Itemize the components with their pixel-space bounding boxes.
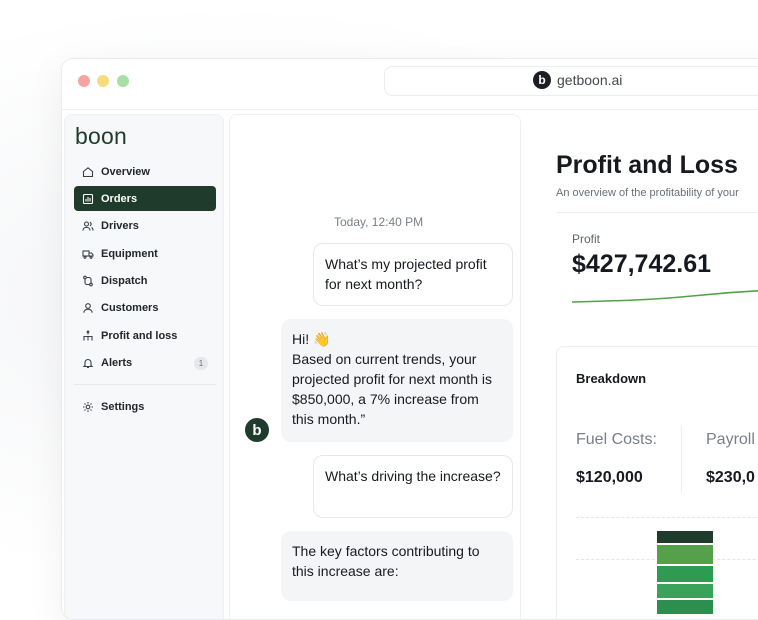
sidebar-item-label: Profit and loss xyxy=(101,329,178,342)
sidebar-item-overview[interactable]: Overview xyxy=(74,159,216,184)
bot-message: Hi! 👋 Based on current trends, your proj… xyxy=(281,319,513,442)
sidebar-item-equipment[interactable]: Equipment xyxy=(74,241,216,266)
bar-segment xyxy=(657,531,713,543)
profit-label: Profit xyxy=(572,232,601,246)
profit-sparkline xyxy=(572,289,758,303)
metric-divider xyxy=(681,425,682,493)
page-title: Profit and Loss xyxy=(556,151,738,179)
sidebar-divider xyxy=(74,383,216,385)
bell-icon xyxy=(82,357,94,369)
sidebar-item-label: Alerts xyxy=(101,357,133,370)
metric-label: Fuel Costs: xyxy=(576,431,657,448)
payroll-metric: Payroll $230,0 xyxy=(706,431,755,487)
bot-message: The key factors contributing to this inc… xyxy=(281,531,513,601)
sidebar-item-label: Settings xyxy=(101,401,145,414)
address-bar[interactable]: b getboon.ai xyxy=(384,66,758,96)
metric-value: $120,000 xyxy=(576,469,643,486)
maximize-window-button[interactable] xyxy=(117,75,129,87)
sidebar-item-label: Dispatch xyxy=(101,275,148,288)
sidebar-item-label: Equipment xyxy=(101,247,158,260)
address-url: getboon.ai xyxy=(557,72,623,88)
route-icon xyxy=(82,275,94,287)
chat-timestamp: Today, 12:40 PM xyxy=(334,215,424,229)
home-icon xyxy=(82,166,94,178)
network-icon xyxy=(82,330,94,342)
browser-titlebar: b getboon.ai xyxy=(62,59,758,110)
close-window-button[interactable] xyxy=(78,75,90,87)
user-message: What’s my projected profit for next mont… xyxy=(313,243,513,306)
gear-icon xyxy=(82,401,94,413)
alerts-count-badge: 1 xyxy=(194,356,208,370)
user-message: What’s driving the increase? xyxy=(313,455,513,518)
user-icon xyxy=(82,302,94,314)
sidebar-item-label: Overview xyxy=(101,165,150,178)
sidebar-item-label: Orders xyxy=(101,192,138,205)
sidebar-item-customers[interactable]: Customers xyxy=(74,296,216,321)
header-divider xyxy=(556,212,758,213)
bar-segment xyxy=(657,545,713,564)
sidebar-item-label: Drivers xyxy=(101,220,139,233)
grid-line xyxy=(576,517,758,518)
profit-value: $427,742.61 xyxy=(572,250,712,278)
sidebar-item-alerts[interactable]: Alerts 1 xyxy=(74,351,216,376)
minimize-window-button[interactable] xyxy=(97,75,109,87)
sidebar-item-label: Customers xyxy=(101,302,159,315)
brand-logo[interactable]: boon xyxy=(75,123,127,150)
breakdown-card: Breakdown Fuel Costs: $120,000 Payroll $… xyxy=(556,346,758,619)
bar-chart-icon xyxy=(82,193,94,205)
sidebar: boon Overview Orders Drivers Equipment D… xyxy=(64,114,224,619)
bar-segment xyxy=(657,600,713,614)
metric-label: Payroll xyxy=(706,431,755,448)
fuel-costs-metric: Fuel Costs: $120,000 xyxy=(576,431,657,487)
sidebar-nav: Overview Orders Drivers Equipment Dispat… xyxy=(74,159,216,422)
breakdown-stacked-bar xyxy=(657,531,713,616)
bar-segment xyxy=(657,566,713,582)
breakdown-title: Breakdown xyxy=(576,371,647,386)
sidebar-item-orders[interactable]: Orders xyxy=(74,186,216,212)
page-subtitle: An overview of the profitability of your xyxy=(556,187,739,199)
bot-avatar: b xyxy=(245,418,269,442)
browser-window: b getboon.ai boon Overview Orders Driver… xyxy=(61,58,758,620)
metric-value: $230,0 xyxy=(706,469,755,486)
truck-icon xyxy=(82,248,94,260)
sidebar-item-dispatch[interactable]: Dispatch xyxy=(74,269,216,294)
site-favicon-icon: b xyxy=(533,71,551,89)
users-icon xyxy=(82,220,94,232)
sidebar-item-drivers[interactable]: Drivers xyxy=(74,214,216,239)
sidebar-item-profit-and-loss[interactable]: Profit and loss xyxy=(74,323,216,348)
chat-panel: Today, 12:40 PM What’s my projected prof… xyxy=(229,114,521,619)
report-panel: Profit and Loss An overview of the profi… xyxy=(524,114,758,619)
sidebar-item-settings[interactable]: Settings xyxy=(74,395,216,420)
bar-segment xyxy=(657,584,713,598)
